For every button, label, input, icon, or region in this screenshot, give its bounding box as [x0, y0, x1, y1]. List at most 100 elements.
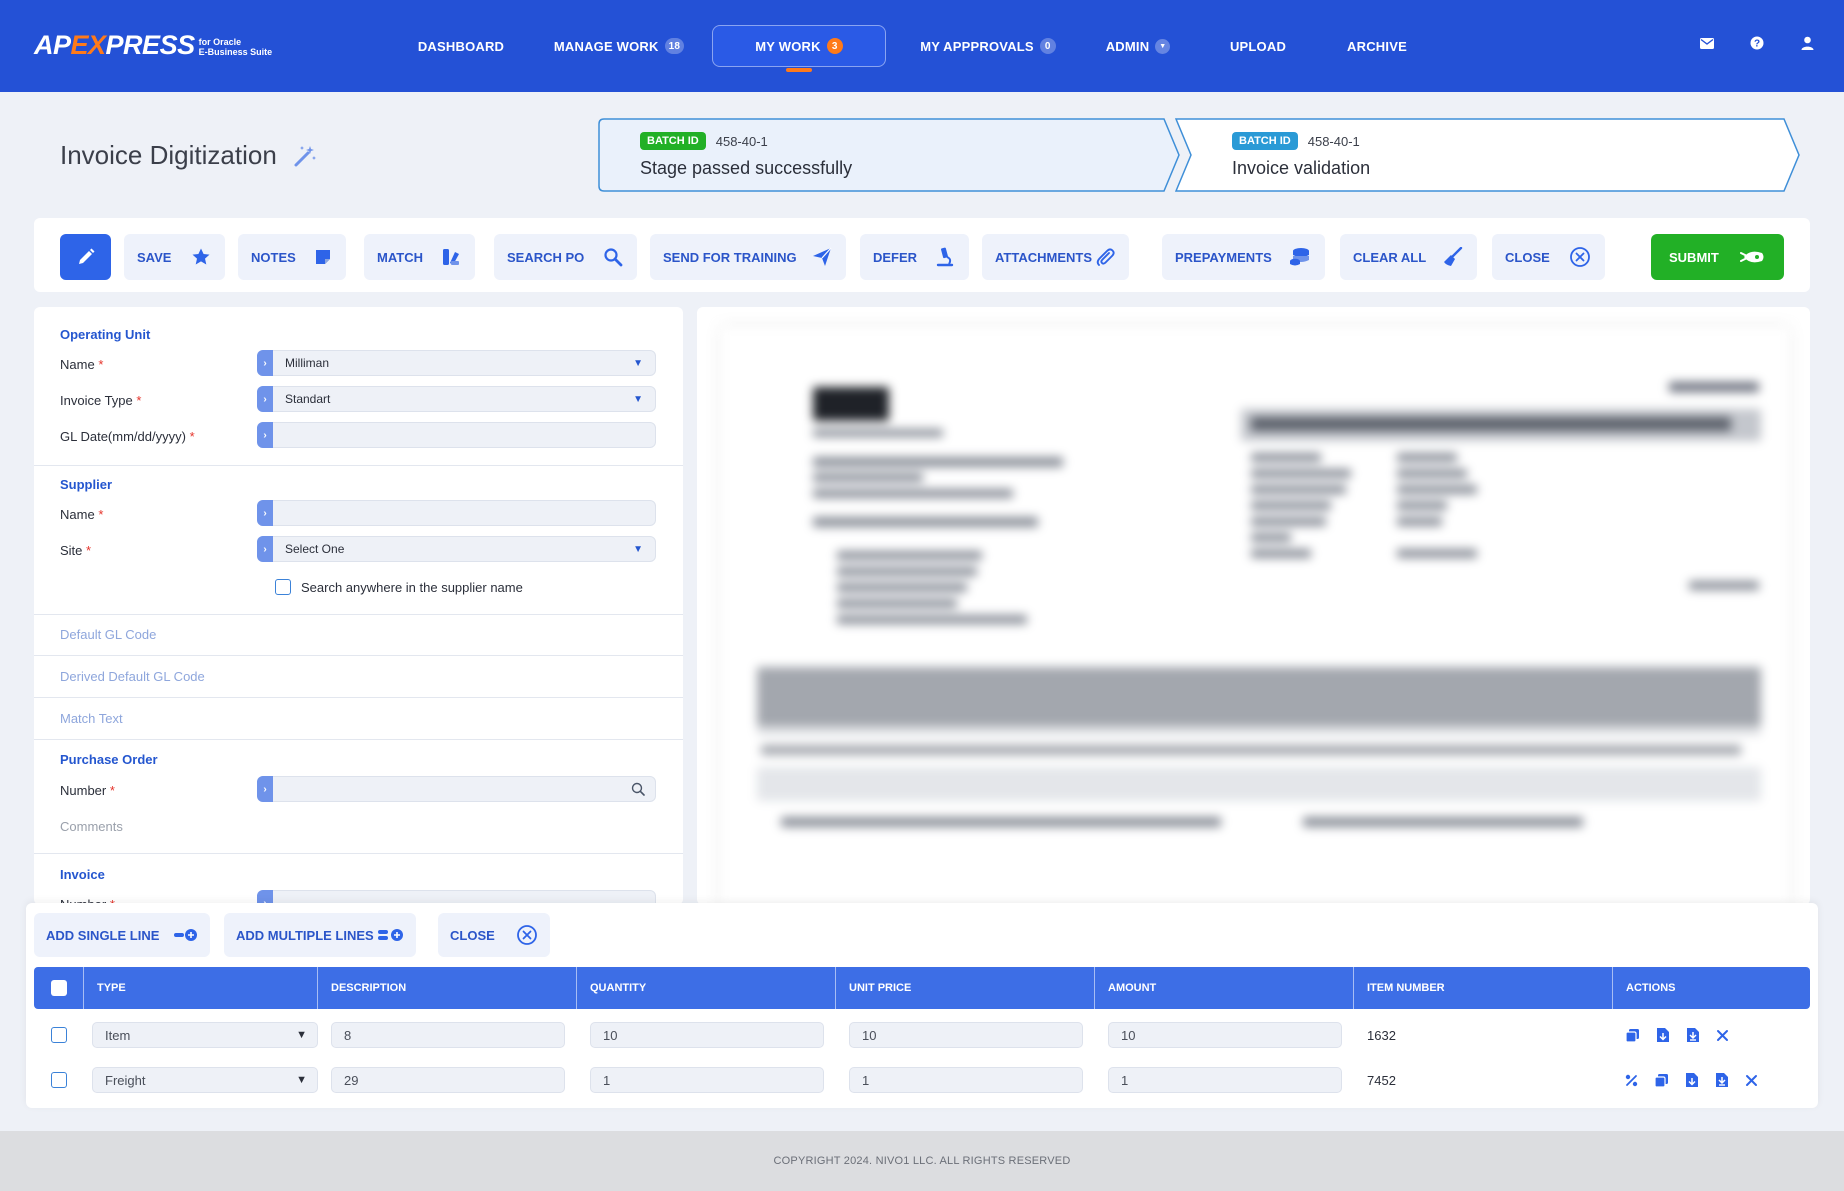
invoice-type-select[interactable]: › Standart ▼ [257, 386, 656, 412]
line-item-number: 1632 [1367, 1027, 1396, 1043]
invoice-document-preview[interactable] [697, 307, 1810, 905]
nav-archive[interactable]: ARCHIVE [1342, 25, 1412, 67]
document-image [721, 327, 1789, 905]
prepayments-button[interactable]: PREPAYMENTS [1162, 234, 1325, 280]
line-type-select[interactable]: Item ▼ [92, 1022, 318, 1048]
line-unit-price-input[interactable]: 1 [849, 1067, 1083, 1093]
column-header-quantity[interactable]: QUANTITY [577, 967, 836, 1009]
line-description-input[interactable]: 8 [331, 1022, 565, 1048]
nav-upload[interactable]: UPLOAD [1228, 25, 1288, 67]
broom-icon [1444, 247, 1463, 266]
pencil-icon [78, 248, 94, 264]
svg-text:?: ? [1754, 39, 1760, 50]
line-unit-price-input[interactable]: 10 [849, 1022, 1083, 1048]
line-item-number: 7452 [1367, 1072, 1396, 1088]
stage-step-1: BATCH ID 458-40-1 Stage passed successful… [598, 118, 1180, 192]
nav-dashboard[interactable]: DASHBOARD [400, 25, 522, 67]
edit-button[interactable] [60, 234, 111, 280]
match-button[interactable]: MATCH [364, 234, 475, 280]
search-po-button[interactable]: SEARCH PO [494, 234, 637, 280]
submit-button[interactable]: SUBMIT [1651, 234, 1784, 280]
insert-above-icon[interactable] [1715, 1072, 1729, 1088]
gl-date-input[interactable]: › [257, 422, 656, 448]
dropdown-arrow-icon: ▼ [296, 1074, 307, 1086]
line-amount-input[interactable]: 10 [1108, 1022, 1342, 1048]
nav-my-work[interactable]: MY WORK 3 [712, 25, 886, 72]
user-icon[interactable] [1800, 36, 1814, 50]
insert-below-icon[interactable] [1656, 1027, 1670, 1043]
delete-x-icon[interactable] [1745, 1074, 1758, 1087]
row-checkbox[interactable] [51, 1072, 67, 1088]
column-header-amount[interactable]: AMOUNT [1095, 967, 1354, 1009]
line-description-input[interactable]: 29 [331, 1067, 565, 1093]
chevron-right-icon: › [257, 422, 273, 448]
add-multiple-lines-button[interactable]: ADD MULTIPLE LINES [224, 913, 416, 957]
mail-icon[interactable] [1700, 36, 1714, 50]
dropdown-arrow-icon: ▼ [633, 357, 643, 369]
nav-manage-work[interactable]: MANAGE WORK 18 [552, 25, 686, 67]
line-amount-input[interactable]: 1 [1108, 1067, 1342, 1093]
line-type-select[interactable]: Freight ▼ [92, 1067, 318, 1093]
stage-step-2: BATCH ID 458-40-1 Invoice validation [1175, 118, 1801, 192]
clear-all-button[interactable]: CLEAR ALL [1340, 234, 1477, 280]
lines-close-button[interactable]: CLOSE [438, 913, 550, 957]
app-logo[interactable]: APEXPRESS for Oracle E-Business Suite [34, 30, 272, 61]
supplier-site-select[interactable]: › Select One ▼ [257, 536, 656, 562]
copy-icon[interactable] [1654, 1073, 1669, 1088]
percent-icon[interactable] [1625, 1074, 1638, 1087]
action-toolbar: SAVE NOTES MATCH SEARCH PO SEND FOR TRAI… [34, 218, 1810, 292]
save-button[interactable]: SAVE [124, 234, 225, 280]
nav-my-approvals[interactable]: MY APPPROVALS 0 [918, 25, 1058, 67]
column-header-item-number[interactable]: ITEM NUMBER [1354, 967, 1613, 1009]
stage-status-text: Stage passed successfully [640, 158, 853, 178]
notes-button[interactable]: NOTES [238, 234, 346, 280]
dropdown-arrow-icon: ▼ [633, 543, 643, 555]
search-anywhere-checkbox[interactable] [275, 579, 291, 595]
add-line-icon [174, 929, 197, 941]
insert-above-icon[interactable] [1686, 1027, 1700, 1043]
dropdown-arrow-icon: ▼ [296, 1029, 307, 1041]
search-icon [604, 248, 623, 267]
help-icon[interactable]: ? [1750, 36, 1764, 50]
search-anywhere-label: Search anywhere in the supplier name [301, 580, 523, 595]
ou-name-select[interactable]: › Milliman ▼ [257, 350, 656, 376]
line-quantity-input[interactable]: 1 [590, 1067, 824, 1093]
supplier-name-input[interactable]: › [257, 500, 656, 526]
defer-button[interactable]: DEFER [860, 234, 969, 280]
magic-wand-icon [294, 145, 316, 166]
select-all-checkbox[interactable] [51, 980, 67, 996]
match-text-label: Match Text [60, 711, 123, 726]
search-icon[interactable] [631, 782, 645, 796]
close-button[interactable]: CLOSE [1492, 234, 1605, 280]
column-header-description[interactable]: DESCRIPTION [318, 967, 577, 1009]
attachments-button[interactable]: ATTACHMENTS [982, 234, 1129, 280]
section-title-purchase-order: Purchase Order [60, 752, 158, 767]
line-quantity-input[interactable]: 10 [590, 1022, 824, 1048]
page-title: Invoice Digitization [60, 140, 317, 171]
dropdown-arrow-icon: ▼ [633, 393, 643, 405]
derived-default-gl-code-label: Derived Default GL Code [60, 669, 205, 684]
lines-table-header: TYPE DESCRIPTION QUANTITY UNIT PRICE AMO… [34, 967, 1810, 1009]
top-navbar: APEXPRESS for Oracle E-Business Suite DAS… [0, 0, 1844, 92]
coins-icon [1290, 248, 1309, 266]
column-header-unit-price[interactable]: UNIT PRICE [836, 967, 1095, 1009]
add-single-line-button[interactable]: ADD SINGLE LINE [34, 913, 210, 957]
copy-icon[interactable] [1625, 1028, 1640, 1043]
send-for-training-button[interactable]: SEND FOR TRAINING [650, 234, 846, 280]
my-approvals-count-badge: 0 [1039, 38, 1056, 54]
table-row: Freight ▼ 29 1 1 1 7452 [34, 1058, 1810, 1102]
close-circle-icon [1570, 247, 1590, 267]
chevron-right-icon: › [257, 776, 273, 802]
nav-admin[interactable]: ADMIN ▼ [1100, 25, 1176, 67]
star-icon [192, 248, 210, 265]
delete-x-icon[interactable] [1716, 1029, 1729, 1042]
po-number-input[interactable]: › [257, 776, 656, 802]
row-checkbox[interactable] [51, 1027, 67, 1043]
chevron-right-icon: › [257, 350, 273, 376]
chevron-right-icon: › [257, 386, 273, 412]
insert-below-icon[interactable] [1685, 1072, 1699, 1088]
manage-work-count-badge: 18 [664, 38, 685, 54]
batch-id-value: 458-40-1 [1307, 133, 1360, 149]
column-header-type[interactable]: TYPE [84, 967, 318, 1009]
main-nav: DASHBOARD MANAGE WORK 18 MY WORK 3 MY APPP… [400, 0, 1412, 92]
